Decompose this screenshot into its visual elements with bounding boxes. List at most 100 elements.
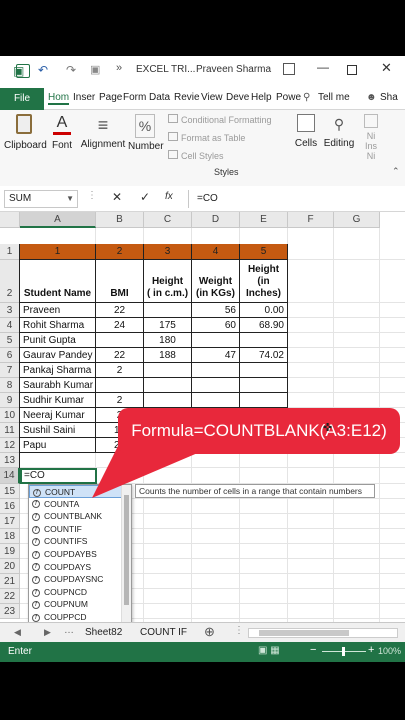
- table-cell[interactable]: 2: [96, 363, 144, 378]
- row-header[interactable]: 8: [0, 378, 20, 393]
- student-name-cell[interactable]: Sushil Saini: [20, 423, 96, 438]
- table-cell[interactable]: 22: [96, 348, 144, 363]
- minimize-icon[interactable]: —: [317, 60, 329, 74]
- clipboard-group[interactable]: Clipboard: [4, 114, 47, 151]
- conditional-formatting-button[interactable]: Conditional Formatting: [168, 114, 272, 125]
- table-cell[interactable]: [96, 378, 144, 393]
- column-header[interactable]: G: [334, 212, 380, 228]
- scroll-left-icon[interactable]: ◀: [14, 627, 21, 638]
- table-cell[interactable]: 47: [192, 348, 240, 363]
- ideas-group[interactable]: Ni Ins Ni: [360, 114, 382, 161]
- ribbon-options-icon[interactable]: [283, 63, 295, 75]
- tell-me-search[interactable]: Tell me: [318, 92, 350, 103]
- autocomplete-item[interactable]: f COUPNCD: [29, 586, 131, 599]
- student-name-cell[interactable]: Praveen: [20, 303, 96, 318]
- autocomplete-item[interactable]: f COUPNUM: [29, 598, 131, 611]
- student-name-cell[interactable]: Punit Gupta: [20, 333, 96, 348]
- row-header[interactable]: 9: [0, 393, 20, 408]
- more-commands-icon[interactable]: »: [116, 62, 122, 74]
- autocomplete-item[interactable]: f COUPDAYSNC: [29, 573, 131, 586]
- autocomplete-scroll-thumb[interactable]: [124, 495, 129, 605]
- tab-review[interactable]: Revie: [174, 92, 200, 103]
- table-cell[interactable]: [192, 393, 240, 408]
- formula-input[interactable]: =CO: [188, 190, 402, 208]
- autocomplete-item[interactable]: f COUNT: [29, 485, 131, 498]
- table-cell[interactable]: [240, 333, 288, 348]
- horizontal-scroll-thumb[interactable]: [259, 630, 349, 636]
- row-header[interactable]: 22: [0, 589, 20, 604]
- table-cell[interactable]: [192, 333, 240, 348]
- row-header[interactable]: 20: [0, 559, 20, 574]
- table-cell[interactable]: 175: [144, 318, 192, 333]
- table-cell[interactable]: 60: [192, 318, 240, 333]
- scroll-right-icon[interactable]: ▶: [44, 627, 51, 638]
- tab-power-pivot[interactable]: Powe: [276, 92, 301, 103]
- editing-group[interactable]: ⚲ Editing: [322, 114, 356, 149]
- column-header[interactable]: A: [20, 212, 96, 228]
- tab-page-layout[interactable]: Page: [99, 92, 122, 103]
- student-name-cell[interactable]: Saurabh Kumar: [20, 378, 96, 393]
- row-header[interactable]: 12: [0, 438, 20, 453]
- tab-help[interactable]: Help: [251, 92, 272, 103]
- horizontal-scrollbar[interactable]: [248, 628, 398, 638]
- close-icon[interactable]: ✕: [381, 60, 392, 76]
- table-cell[interactable]: [192, 378, 240, 393]
- table-cell[interactable]: 180: [144, 333, 192, 348]
- table-cell[interactable]: [144, 378, 192, 393]
- save-icon[interactable]: ▣: [13, 64, 24, 78]
- share-button[interactable]: Sha: [380, 92, 398, 103]
- cancel-icon[interactable]: ✕: [112, 190, 122, 204]
- tab-developer[interactable]: Deve: [226, 92, 249, 103]
- active-cell[interactable]: =CO: [20, 468, 97, 484]
- autocomplete-item[interactable]: f COUNTA: [29, 498, 131, 511]
- row-header[interactable]: 13: [0, 453, 20, 468]
- sheet-tab-sheet82[interactable]: Sheet82: [85, 627, 122, 638]
- zoom-out-icon[interactable]: −: [310, 644, 316, 656]
- student-name-cell[interactable]: Pankaj Sharma: [20, 363, 96, 378]
- row-header[interactable]: 15: [0, 484, 20, 499]
- student-name-cell[interactable]: Neeraj Kumar: [20, 408, 96, 423]
- share-icon[interactable]: ☻: [366, 92, 377, 103]
- row-header[interactable]: 3: [0, 303, 20, 318]
- spreadsheet-grid[interactable]: A B C D E F G 1 2 3 4 5 6 7 8 9 10 11 12 13 14 15 16 17 18 19 20 21…: [0, 212, 405, 660]
- table-cell[interactable]: [240, 378, 288, 393]
- row-header[interactable]: 2: [0, 260, 20, 303]
- autocomplete-item[interactable]: f COUNTBLANK: [29, 510, 131, 523]
- column-header[interactable]: B: [96, 212, 144, 228]
- student-name-cell[interactable]: Papu: [20, 438, 96, 453]
- row-header[interactable]: 4: [0, 318, 20, 333]
- row-header[interactable]: 5: [0, 333, 20, 348]
- row-header[interactable]: 6: [0, 348, 20, 363]
- table-cell[interactable]: 188: [144, 348, 192, 363]
- row-header[interactable]: 10: [0, 408, 20, 423]
- table-cell[interactable]: 68.90: [240, 318, 288, 333]
- row-header[interactable]: 16: [0, 499, 20, 514]
- maximize-icon[interactable]: [347, 65, 357, 75]
- new-sheet-button[interactable]: ⊕: [204, 624, 215, 640]
- table-cell[interactable]: [192, 363, 240, 378]
- table-cell[interactable]: [144, 393, 192, 408]
- row-header[interactable]: 11: [0, 423, 20, 438]
- number-group[interactable]: % Number: [128, 114, 164, 152]
- autocomplete-item[interactable]: f COUPDAYS: [29, 561, 131, 574]
- alignment-group[interactable]: ≡ Alignment: [80, 114, 126, 150]
- student-name-cell[interactable]: Sudhir Kumar: [20, 393, 96, 408]
- table-cell[interactable]: 0.00: [240, 303, 288, 318]
- format-as-table-button[interactable]: Format as Table: [168, 132, 245, 143]
- row-header[interactable]: 1: [0, 244, 20, 260]
- redo-icon[interactable]: ↷: [66, 63, 76, 77]
- row-header[interactable]: 14: [0, 468, 20, 484]
- table-cell[interactable]: 56: [192, 303, 240, 318]
- tab-formulas[interactable]: Form: [123, 92, 146, 103]
- undo-icon[interactable]: ↶: [38, 63, 48, 77]
- autocomplete-item[interactable]: f COUPDAYBS: [29, 548, 131, 561]
- table-cell[interactable]: [240, 363, 288, 378]
- column-header[interactable]: F: [288, 212, 334, 228]
- zoom-in-icon[interactable]: +: [368, 644, 374, 656]
- table-cell[interactable]: [144, 363, 192, 378]
- row-header[interactable]: 21: [0, 574, 20, 589]
- table-cell[interactable]: 22: [96, 303, 144, 318]
- tab-insert[interactable]: Inser: [73, 92, 95, 103]
- table-cell[interactable]: [240, 393, 288, 408]
- row-header[interactable]: 7: [0, 363, 20, 378]
